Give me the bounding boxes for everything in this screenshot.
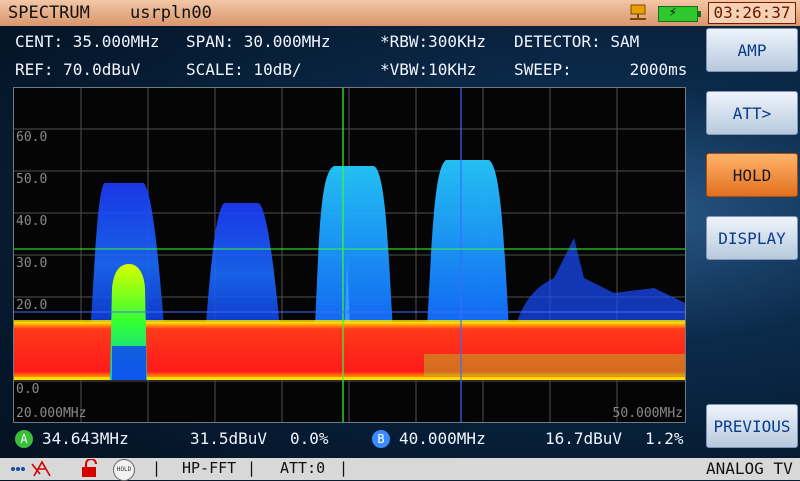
marker-readout: A 34.643MHz 31.5dBuV 0.0% B 40.000MHz 16… xyxy=(0,425,700,453)
lock-icon xyxy=(82,459,97,477)
status-bar: HOLD | HP-FFT | ATT:0 | ANALOG TV xyxy=(0,458,800,481)
y-tick-50: 50.0 xyxy=(16,172,48,187)
marker-a-badge[interactable]: A xyxy=(15,430,33,448)
signal-carrier-4 xyxy=(426,160,510,348)
reference-level[interactable]: REF: 70.0dBuV xyxy=(15,60,140,79)
clock: 03:26:37 xyxy=(708,2,796,24)
detector[interactable]: DETECTOR: SAM xyxy=(514,32,639,51)
center-frequency[interactable]: CENT: 35.000MHz xyxy=(15,32,160,51)
y-tick-40: 40.0 xyxy=(16,214,48,229)
measurement-mode: ANALOG TV xyxy=(706,459,793,478)
marker-b-level: 16.7dBuV xyxy=(545,429,623,448)
hold-button[interactable]: HOLD xyxy=(706,153,798,197)
marker-b-badge[interactable]: B xyxy=(372,430,390,448)
sweep-time[interactable]: SWEEP: 2000ms xyxy=(514,60,687,79)
span[interactable]: SPAN: 30.000MHz xyxy=(186,32,331,51)
y-tick-60: 60.0 xyxy=(16,130,48,145)
user-name: usrpln00 xyxy=(130,3,212,23)
x-start-label: 20.000MHz xyxy=(16,406,87,421)
signal-icon xyxy=(11,467,25,471)
title-bar: SPECTRUM usrpln00 ⚡ 03:26:37 xyxy=(0,0,800,26)
marker-a-percent: 0.0% xyxy=(290,429,329,448)
battery-icon: ⚡ xyxy=(658,5,701,22)
app-mode-title: SPECTRUM xyxy=(8,3,90,23)
network-icon xyxy=(630,4,646,20)
previous-button[interactable]: PREVIOUS xyxy=(706,404,798,448)
rbw[interactable]: *RBW:300KHz xyxy=(380,32,486,51)
marker-a-level: 31.5dBuV xyxy=(190,429,268,448)
divider: | xyxy=(339,459,349,477)
y-tick-0: 0.0 xyxy=(16,382,40,397)
amp-button[interactable]: AMP xyxy=(706,28,798,72)
display-button[interactable]: DISPLAY xyxy=(706,216,798,260)
marker-a-frequency: 34.643MHz xyxy=(42,429,129,448)
divider: | xyxy=(152,459,162,477)
spectrum-canvas xyxy=(14,88,685,422)
vbw[interactable]: *VBW:10KHz xyxy=(380,60,476,79)
x-end-label: 50.000MHz xyxy=(612,406,683,421)
y-tick-20: 20.0 xyxy=(16,298,48,313)
hold-icon: HOLD xyxy=(113,459,135,481)
attenuation-status: ATT:0 xyxy=(280,459,326,477)
divider: | xyxy=(247,459,257,477)
att-button[interactable]: ATT> xyxy=(706,91,798,135)
marker-b-frequency: 40.000MHz xyxy=(399,429,486,448)
y-tick-30: 30.0 xyxy=(16,256,48,271)
fft-mode: HP-FFT xyxy=(182,459,237,477)
antenna-icon xyxy=(31,460,51,477)
marker-b-percent: 1.2% xyxy=(645,429,684,448)
scale[interactable]: SCALE: 10dB/ xyxy=(186,60,302,79)
measurement-parameters: CENT: 35.000MHz SPAN: 30.000MHz *RBW:300… xyxy=(0,26,700,86)
spectrum-display[interactable]: 60.0 50.0 40.0 30.0 20.0 0.0 20.000MHz 5… xyxy=(13,87,686,423)
